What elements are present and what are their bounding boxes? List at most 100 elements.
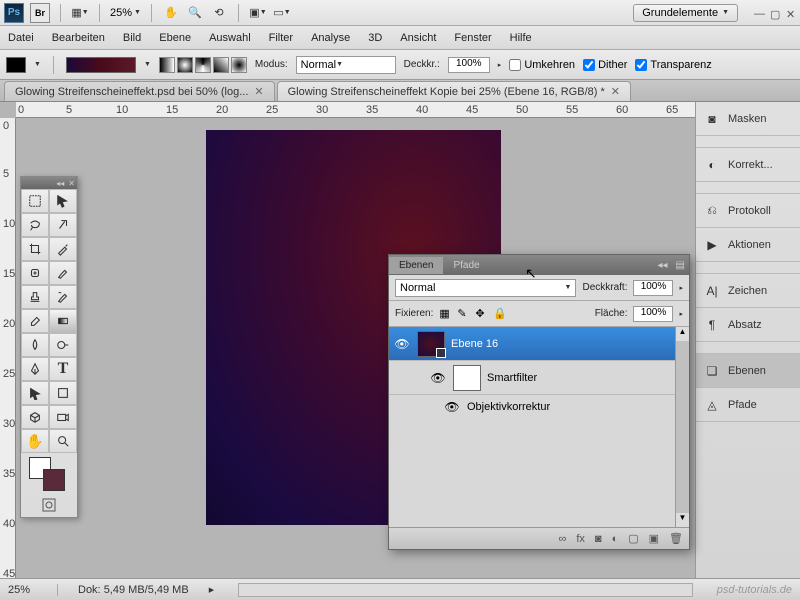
minimize-icon[interactable]: — — [754, 8, 764, 18]
history-brush-tool-icon[interactable] — [49, 285, 77, 309]
tab-pfade[interactable]: Pfade — [443, 257, 489, 274]
crop-tool-icon[interactable] — [21, 237, 49, 261]
panel-pfade[interactable]: ◬Pfade — [696, 388, 800, 422]
horizontal-scrollbar[interactable] — [238, 583, 693, 597]
marquee-tool-icon[interactable] — [21, 189, 49, 213]
panel-menu-icon[interactable]: ▤ — [672, 260, 689, 271]
menu-analyse[interactable]: Analyse — [311, 32, 350, 44]
layout-icon[interactable]: ▦▼ — [71, 4, 89, 22]
umkehren-checkbox[interactable] — [509, 59, 521, 71]
link-layers-icon[interactable]: ∞ — [559, 533, 567, 545]
tab-close-icon[interactable]: ✕ — [611, 85, 620, 98]
doc-tab[interactable]: Glowing Streifenscheineffekt Kopie bei 2… — [277, 81, 631, 101]
menu-fenster[interactable]: Fenster — [454, 32, 491, 44]
layer-row[interactable]: 👁 Smartfilter — [389, 361, 689, 395]
deckkraft-input[interactable]: 100% — [633, 280, 673, 296]
adjustment-layer-icon[interactable]: ◐ — [612, 533, 619, 545]
quick-select-tool-icon[interactable] — [49, 213, 77, 237]
panel-absatz[interactable]: ¶Absatz — [696, 308, 800, 342]
screen-mode-icon[interactable]: ▭▼ — [273, 4, 291, 22]
path-select-tool-icon[interactable] — [21, 381, 49, 405]
filter-row[interactable]: 👁 Objektivkorrektur ⇄ — [389, 395, 689, 419]
shape-tool-icon[interactable] — [49, 381, 77, 405]
panel-collapse-icon[interactable]: ◂◂ — [654, 260, 672, 271]
visibility-icon[interactable]: 👁 — [443, 400, 461, 414]
flaeche-input[interactable]: 100% — [633, 306, 673, 322]
layer-mask-icon[interactable]: ◙ — [595, 533, 602, 545]
tab-close-icon[interactable]: ✕ — [254, 85, 263, 98]
panel-zeichen[interactable]: A|Zeichen — [696, 274, 800, 308]
tab-ebenen[interactable]: Ebenen — [389, 257, 443, 274]
panel-korrekturen[interactable]: ◐Korrekt... — [696, 148, 800, 182]
stamp-tool-icon[interactable] — [21, 285, 49, 309]
zoom-tool-icon[interactable]: 🔍 — [186, 4, 204, 22]
quickmask-icon[interactable] — [21, 493, 77, 517]
gradient-diamond-icon[interactable] — [231, 57, 247, 73]
lock-position-icon[interactable]: ✥ — [475, 307, 489, 321]
eraser-tool-icon[interactable] — [21, 309, 49, 333]
lock-transparent-icon[interactable]: ▦ — [439, 307, 453, 321]
zoom-tool-icon[interactable] — [49, 429, 77, 453]
dither-checkbox[interactable] — [583, 59, 595, 71]
delete-layer-icon[interactable]: 🗑 — [669, 532, 683, 545]
status-doc[interactable]: Dok: 5,49 MB/5,49 MB — [78, 584, 189, 596]
new-layer-icon[interactable]: ▣ — [649, 532, 659, 545]
menu-auswahl[interactable]: Auswahl — [209, 32, 251, 44]
status-zoom[interactable]: 25% — [8, 584, 58, 596]
pen-tool-icon[interactable] — [21, 357, 49, 381]
panel-protokoll[interactable]: ⎌Protokoll — [696, 194, 800, 228]
gradient-preview[interactable] — [66, 57, 136, 73]
arrange-icon[interactable]: ▣▼ — [249, 4, 267, 22]
layer-row[interactable]: 👁 Ebene 16 ◉ — [389, 327, 689, 361]
status-menu-icon[interactable]: ▶ — [209, 586, 214, 594]
background-swatch[interactable] — [43, 469, 65, 491]
menu-ansicht[interactable]: Ansicht — [400, 32, 436, 44]
panel-ebenen[interactable]: ❏Ebenen — [696, 354, 800, 388]
menu-filter[interactable]: Filter — [269, 32, 293, 44]
doc-tab[interactable]: Glowing Streifenscheineffekt.psd bei 50%… — [4, 81, 275, 101]
hand-tool-icon[interactable]: ✋ — [162, 4, 180, 22]
lock-all-icon[interactable]: 🔒 — [493, 307, 507, 321]
visibility-icon[interactable]: 👁 — [393, 337, 411, 351]
hand-tool-icon[interactable]: ✋ — [21, 429, 49, 453]
layers-scrollbar[interactable]: ▲ ▼ — [675, 327, 689, 527]
zoom-select[interactable]: 25% ▼ — [110, 7, 141, 19]
layer-thumb[interactable] — [417, 331, 445, 357]
menu-bild[interactable]: Bild — [123, 32, 141, 44]
rotate-view-icon[interactable]: ⟲ — [210, 4, 228, 22]
filter-name[interactable]: Objektivkorrektur — [467, 401, 550, 413]
type-tool-icon[interactable]: T — [49, 357, 77, 381]
blend-mode-select[interactable]: Normal▼ — [395, 279, 576, 297]
menu-datei[interactable]: Datei — [8, 32, 34, 44]
gradient-linear-icon[interactable] — [159, 57, 175, 73]
move-tool-icon[interactable] — [49, 189, 77, 213]
close-icon[interactable]: ✕ — [786, 8, 796, 18]
menu-3d[interactable]: 3D — [368, 32, 382, 44]
brush-tool-icon[interactable] — [49, 261, 77, 285]
deckkr-input[interactable]: 100% — [448, 57, 490, 73]
modus-select[interactable]: Normal▼ — [296, 56, 396, 74]
panel-masken[interactable]: ◙Masken — [696, 102, 800, 136]
gradient-reflected-icon[interactable] — [213, 57, 229, 73]
layer-name[interactable]: Ebene 16 — [451, 338, 498, 350]
filter-mask-thumb[interactable] — [453, 365, 481, 391]
tool-swatch[interactable] — [6, 57, 26, 73]
lasso-tool-icon[interactable] — [21, 213, 49, 237]
scroll-up-icon[interactable]: ▲ — [676, 327, 689, 341]
maximize-icon[interactable]: ▢ — [770, 8, 780, 18]
gradient-angle-icon[interactable] — [195, 57, 211, 73]
workspace-button[interactable]: Grundelemente▼ — [633, 4, 738, 22]
layer-name[interactable]: Smartfilter — [487, 372, 537, 384]
transparenz-checkbox[interactable] — [635, 59, 647, 71]
menu-hilfe[interactable]: Hilfe — [510, 32, 532, 44]
menu-ebene[interactable]: Ebene — [159, 32, 191, 44]
scroll-down-icon[interactable]: ▼ — [676, 513, 689, 527]
gradient-tool-icon[interactable] — [49, 309, 77, 333]
dodge-tool-icon[interactable] — [49, 333, 77, 357]
group-icon[interactable]: ▢ — [628, 532, 638, 545]
eyedropper-tool-icon[interactable] — [49, 237, 77, 261]
visibility-icon[interactable]: 👁 — [429, 371, 447, 385]
gradient-radial-icon[interactable] — [177, 57, 193, 73]
3d-camera-tool-icon[interactable] — [49, 405, 77, 429]
menu-bearbeiten[interactable]: Bearbeiten — [52, 32, 105, 44]
